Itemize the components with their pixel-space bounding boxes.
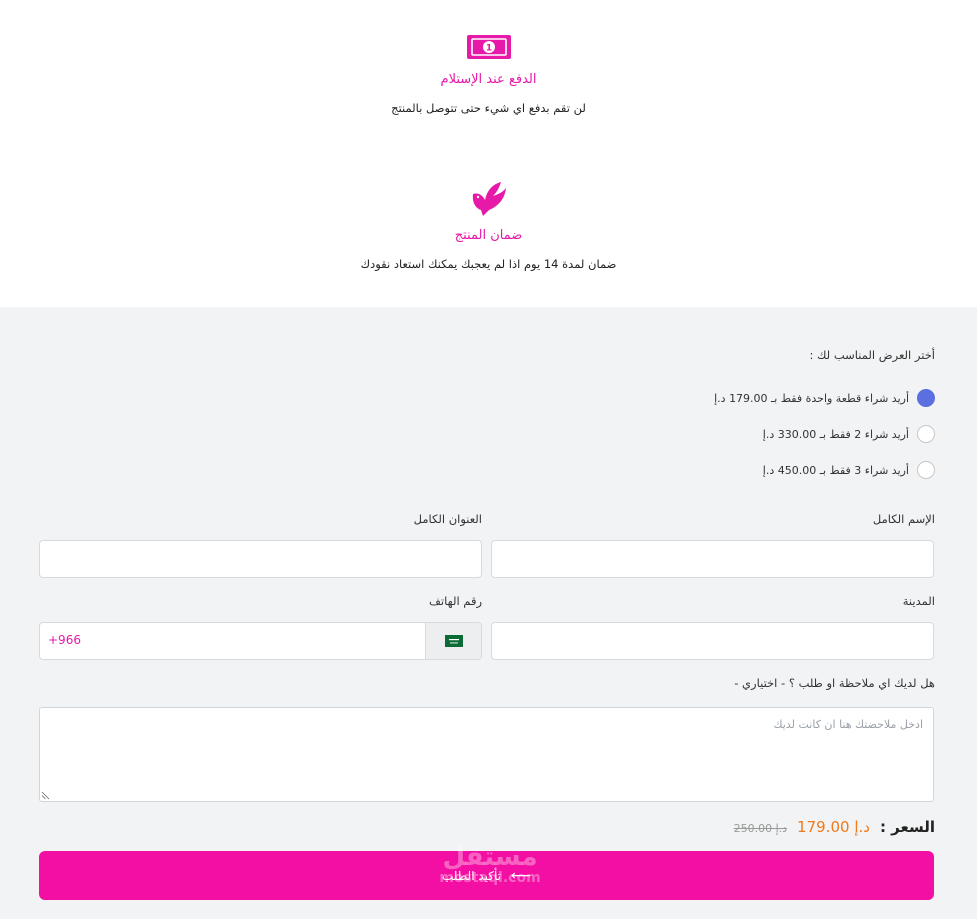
offer-option-3[interactable]: أريد شراء 3 فقط بـ 450.00 د.إ [763,461,935,479]
confirm-order-label: تأكيد الطلب [441,868,501,883]
country-selector[interactable] [425,623,481,659]
full-address-label: العنوان الكامل [413,512,482,526]
radio-button[interactable] [917,425,935,443]
phone-input[interactable]: +966 [39,622,482,660]
feature-cash-on-delivery: 1 الدفع عند الإستلام لن تقم بدفع اي شيء … [0,32,977,115]
offers-label: أختر العرض المناسب لك : [809,348,935,362]
features-section: 1 الدفع عند الإستلام لن تقم بدفع اي شيء … [0,0,977,307]
radio-button-selected[interactable] [917,389,935,407]
notes-label: هل لديك اي ملاحظة او طلب ؟ - اختياري - [734,676,935,690]
confirm-order-button[interactable]: تأكيد الطلب ⟵ [39,851,934,900]
city-label: المدينة [902,594,935,608]
feature-description: لن تقم بدفع اي شيء حتى تتوصل بالمنتج [391,101,586,115]
feature-product-guarantee: ضمان المنتج ضمان لمدة 14 يوم اذا لم يعجب… [0,180,977,271]
offer-option-label: أريد شراء قطعة واحدة فقط بـ 179.00 د.إ [714,391,909,405]
radio-button[interactable] [917,461,935,479]
dove-icon [472,182,506,216]
offer-option-label: أريد شراء 2 فقط بـ 330.00 د.إ [762,427,909,441]
resize-handle-icon[interactable] [41,791,50,800]
price-row: السعر : 179.00 د.إ 250.00 د.إ [734,818,935,836]
arrow-left-icon: ⟵ [510,867,532,884]
phone-label: رقم الهاتف [429,594,482,608]
offer-option-2[interactable]: أريد شراء 2 فقط بـ 330.00 د.إ [763,425,935,443]
city-input[interactable] [491,622,934,660]
price-label: السعر : [879,818,935,836]
full-address-input[interactable] [39,540,482,578]
svg-text:1: 1 [485,44,491,54]
feature-title: الدفع عند الإستلام [440,72,537,87]
offer-option-1[interactable]: أريد شراء قطعة واحدة فقط بـ 179.00 د.إ [714,389,935,407]
offer-option-label: أريد شراء 3 فقط بـ 450.00 د.إ [762,463,909,477]
saudi-flag-icon [444,635,463,647]
feature-title: ضمان المنتج [454,228,523,243]
phone-country-code: +966 [48,633,81,647]
notes-textarea[interactable]: ادخل ملاحضتك هنا ان كانت لديك [39,707,934,802]
notes-placeholder: ادخل ملاحضتك هنا ان كانت لديك [773,718,923,731]
full-name-input[interactable] [491,540,934,578]
old-price: 250.00 د.إ [733,822,788,835]
full-name-label: الإسم الكامل [872,512,935,526]
feature-description: ضمان لمدة 14 يوم اذا لم يعجبك يمكنك استع… [360,257,617,271]
current-price: 179.00 د.إ [797,818,870,836]
cash-icon: 1 [466,35,511,59]
